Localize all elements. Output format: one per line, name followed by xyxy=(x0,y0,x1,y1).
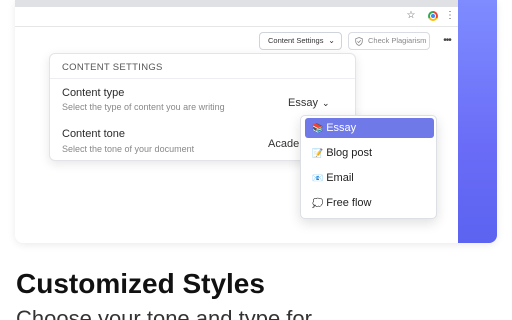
content-tone-select[interactable]: Academic xyxy=(268,138,302,150)
option-label: Email xyxy=(326,172,354,184)
dropdown-option-free-flow[interactable]: 💭 Free flow xyxy=(305,193,434,213)
content-settings-button[interactable]: Content Settings ⌄ xyxy=(259,32,342,50)
chevron-down-icon: ⌄ xyxy=(328,36,335,45)
option-label: Free flow xyxy=(326,197,372,209)
content-tone-value: Academic xyxy=(268,138,302,150)
shield-icon xyxy=(355,37,363,46)
dropdown-option-email[interactable]: 📧 Email xyxy=(305,168,434,188)
content-type-select[interactable]: Essay ⌄ xyxy=(288,97,330,109)
check-plagiarism-label: Check Plagiarism xyxy=(368,36,427,45)
content-type-value: Essay xyxy=(288,97,318,109)
panel-divider xyxy=(50,78,355,79)
accent-sidebar xyxy=(458,0,497,243)
hero-subline: Choose your tone and type for xyxy=(16,306,312,320)
email-icon: 📧 xyxy=(312,173,324,183)
hero-headline: Customized Styles xyxy=(16,268,265,299)
browser-toolbar xyxy=(15,7,458,27)
dropdown-option-blog-post[interactable]: 📝 Blog post xyxy=(305,143,434,163)
more-options-icon[interactable]: ••• xyxy=(441,35,453,47)
chevron-down-icon: ⌄ xyxy=(321,98,330,108)
option-label: Essay xyxy=(326,122,357,134)
check-plagiarism-button[interactable]: Check Plagiarism xyxy=(348,32,430,50)
chrome-icon[interactable] xyxy=(428,11,438,21)
kebab-menu-icon[interactable]: ⋮ xyxy=(445,10,455,22)
thought-bubble-icon: 💭 xyxy=(312,198,324,208)
content-tone-description: Select the tone of your document xyxy=(62,144,195,154)
books-icon: 📚 xyxy=(312,123,324,133)
content-settings-label: Content Settings xyxy=(268,36,324,45)
content-tone-label: Content tone xyxy=(62,128,125,140)
memo-icon: 📝 xyxy=(312,148,324,158)
content-type-label: Content type xyxy=(62,87,125,99)
star-icon[interactable]: ☆ xyxy=(406,10,416,22)
panel-title: CONTENT SETTINGS xyxy=(62,62,163,73)
content-type-description: Select the type of content you are writi… xyxy=(62,102,225,112)
content-type-dropdown: 📚 Essay 📝 Blog post 📧 Email 💭 Free flow xyxy=(300,115,437,219)
browser-tab-strip xyxy=(15,0,458,7)
option-label: Blog post xyxy=(326,147,373,159)
dropdown-option-essay[interactable]: 📚 Essay xyxy=(305,118,434,138)
